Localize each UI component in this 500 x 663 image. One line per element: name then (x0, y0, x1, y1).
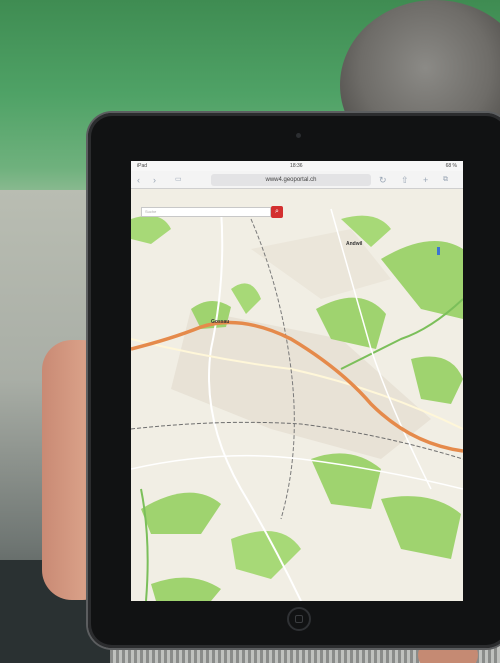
plus-icon[interactable]: + (423, 174, 428, 186)
search-placeholder: Suche (145, 209, 157, 214)
browser-toolbar: ‹ › ▭ www4.geoportal.ch ↻ ⇧ + ⧉ (131, 171, 463, 189)
share-icon[interactable]: ⇧ (401, 174, 409, 186)
url-bar[interactable]: www4.geoportal.ch (211, 174, 371, 186)
photo-scene: iPad 18:36 68 % ‹ › ▭ www4.geoportal.ch … (0, 0, 500, 663)
home-button[interactable] (287, 607, 311, 631)
reload-icon[interactable]: ↻ (379, 174, 387, 186)
status-time: 18:36 (290, 163, 303, 169)
map-view[interactable]: Suche ⌕ Andwil Gossau (131, 189, 463, 601)
place-label-andwil: Andwil (346, 241, 363, 247)
home-square-icon (295, 615, 303, 623)
status-bar: iPad 18:36 68 % (131, 161, 463, 171)
battery-level: 68 % (445, 163, 457, 169)
device-label: iPad (137, 163, 148, 169)
chevron-left-icon[interactable]: ‹ (137, 174, 140, 186)
search-icon[interactable]: ⌕ (271, 206, 283, 218)
map-canvas[interactable] (131, 189, 463, 601)
book-icon[interactable]: ▭ (175, 174, 182, 186)
ipad-device: iPad 18:36 68 % ‹ › ▭ www4.geoportal.ch … (88, 113, 500, 648)
place-label-gossau: Gossau (211, 319, 230, 325)
chevron-right-icon[interactable]: › (153, 174, 156, 186)
ipad-screen: iPad 18:36 68 % ‹ › ▭ www4.geoportal.ch … (131, 161, 463, 601)
tabs-icon[interactable]: ⧉ (443, 174, 448, 186)
url-text: www4.geoportal.ch (265, 177, 317, 183)
front-camera (296, 133, 301, 138)
scale-marker (437, 247, 440, 255)
search-input[interactable]: Suche (141, 207, 271, 217)
